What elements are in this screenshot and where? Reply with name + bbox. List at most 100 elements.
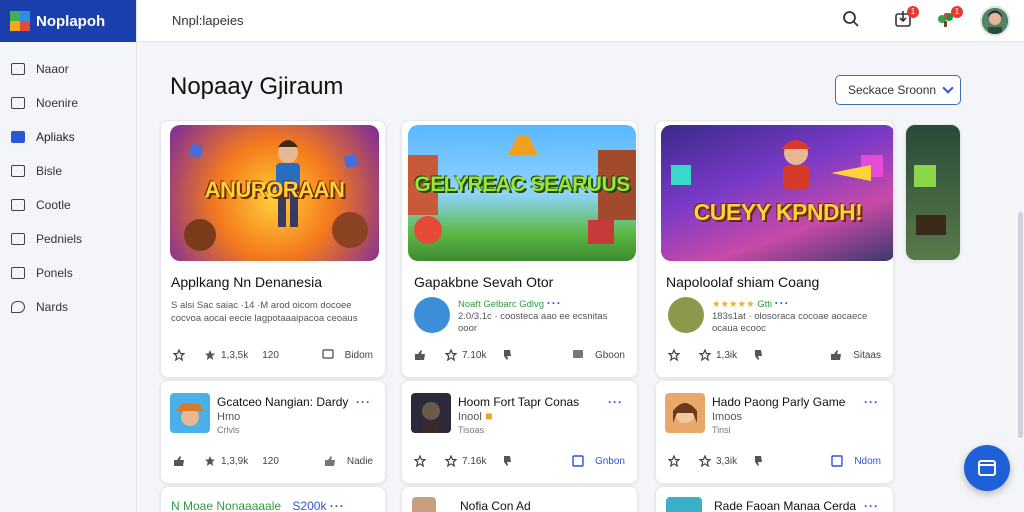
sidebar-item-pedniels[interactable]: Pedniels — [0, 222, 136, 256]
list-card-1[interactable]: Gcatceo Nangian: Dardy Hmo Crlvls ··· 1,3… — [160, 380, 386, 484]
list-item-title-text: Hoom Fort Tapr Conas — [458, 395, 580, 409]
more-options-icon[interactable]: ··· — [864, 395, 879, 409]
more-options-icon[interactable]: ··· — [356, 395, 371, 409]
game-title: Gapakbne Sevah Otor — [414, 274, 554, 290]
dislike-button[interactable] — [751, 455, 768, 467]
card-action[interactable]: Gboon — [572, 349, 625, 361]
card-action[interactable]: Ndom — [831, 455, 881, 467]
favorite-button[interactable] — [414, 455, 431, 467]
scrollbar-thumb[interactable] — [1018, 212, 1023, 438]
more-options-icon[interactable]: ··· — [864, 499, 879, 512]
list-item-title: Rade Faoan Manaa Cerda — [714, 499, 857, 512]
featured-card-3[interactable]: CUEYY KPNDH! Napoloolaf shiam Coang ★★★★… — [655, 120, 894, 378]
more-options-icon[interactable]: ··· — [330, 499, 345, 512]
rating-stat: 7.10k — [445, 349, 486, 361]
comment-icon — [322, 349, 334, 359]
brand-header[interactable]: Noplapoh — [0, 0, 136, 42]
more-options-icon[interactable]: ··· — [608, 395, 623, 409]
star-icon — [699, 349, 711, 361]
featured-card-1[interactable]: ANURORAAN Applkang Nn Denanesia S alsi S… — [160, 120, 386, 378]
sidebar-item-nards[interactable]: Nards — [0, 290, 136, 324]
card-action[interactable]: Sitaas — [830, 349, 881, 361]
card-action[interactable]: Nadie — [324, 455, 373, 467]
developer-avatar[interactable] — [414, 297, 450, 333]
thumbs-down-icon — [504, 350, 512, 360]
like-button[interactable] — [414, 349, 431, 361]
featured-card-2[interactable]: GELYREAC SEARUUS Gapakbne Sevah Otor Noa… — [401, 120, 638, 378]
count-stat: 120 — [262, 349, 279, 361]
card-action-label: Ndom — [854, 455, 881, 467]
list-card-5-partial[interactable]: Nofia Con Ad — [401, 486, 638, 512]
dislike-button[interactable] — [500, 349, 517, 361]
sort-select[interactable]: Seckace Sroonn — [835, 75, 961, 105]
sidebar-nav: Naaor Noenire Apliaks Bisle Cootle Pedni… — [0, 52, 136, 324]
list-item-title-text: Gcatceo Nangian: Dardy — [217, 395, 349, 409]
file-icon — [11, 63, 25, 75]
chevron-down-icon — [942, 82, 954, 94]
sidebar-item-cootle[interactable]: Cootle — [0, 188, 136, 222]
list-item-subtitle: Hmo — [217, 411, 241, 423]
list-item-subtitle: Inool — [458, 411, 482, 423]
card-stats: 1,3,9k 120 Nadie — [173, 455, 373, 467]
list-card-3[interactable]: Hado Paong Parly Game Imoos Tinsl ··· 3,3… — [655, 380, 894, 484]
card-action-label: Sitaas — [853, 349, 881, 361]
list-card-4-partial[interactable]: N Moae Nonaaaaale S200k ··· — [160, 486, 386, 512]
bookmark-icon — [572, 455, 584, 467]
card-action-label: Gboon — [594, 349, 625, 361]
fab-button[interactable] — [964, 445, 1010, 491]
downloads-button[interactable]: 1 — [894, 5, 919, 33]
star-outline-icon — [668, 349, 680, 361]
game-thumbnail — [666, 497, 702, 512]
game-description: S alsi Sac saiac ·14 ·M arod oicom docoe… — [171, 300, 358, 324]
developer-name[interactable]: Noaft Gelbarc Gdlvg — [458, 299, 544, 310]
favorite-button[interactable] — [173, 349, 190, 361]
developer-info: Noaft Gelbarc Gdlvg ··· 2.0/3.1c · coost… — [458, 297, 618, 335]
game-title: Napoloolaf shiam Coang — [666, 274, 820, 290]
game-thumbnail — [411, 393, 451, 433]
thumbs-down-icon — [504, 456, 512, 466]
sidebar-item-label: Apliaks — [36, 130, 75, 144]
card-stats: 7.10k Gboon — [414, 349, 625, 361]
likes-count: 7.16k — [462, 455, 487, 467]
favorite-button[interactable] — [668, 455, 685, 467]
likes-count: 1,3,9k — [221, 455, 249, 467]
favorite-button[interactable] — [668, 349, 685, 361]
list-card-2[interactable]: Hoom Fort Tapr Conas Inool ■ Tisoas ··· 7… — [401, 380, 638, 484]
sort-select-label: Seckace Sroonn — [848, 83, 937, 97]
star-icon — [445, 455, 457, 467]
like-button[interactable] — [173, 455, 190, 467]
list-item-title: Nofia Con Ad — [460, 499, 531, 512]
likes-count: 1,3,5k — [221, 349, 249, 361]
card-action[interactable]: Gnbon — [572, 455, 625, 467]
sidebar-item-noenire[interactable]: Noenire — [0, 86, 136, 120]
thumbs-up-icon — [324, 456, 335, 466]
search-button[interactable] — [842, 10, 860, 33]
featured-card-4-partial[interactable] — [905, 124, 961, 261]
sidebar-item-ponels[interactable]: Ponels — [0, 256, 136, 290]
dislike-button[interactable] — [751, 349, 768, 361]
game-title: Applkang Nn Denanesia — [171, 274, 322, 290]
developer-name[interactable]: Gtti — [757, 299, 772, 310]
star-outline-icon — [668, 455, 680, 467]
list-item-meta: Tisoas — [458, 425, 485, 435]
more-options-icon[interactable]: ··· — [547, 296, 562, 310]
rating-stat: 7.16k — [445, 455, 486, 467]
developer-avatar[interactable] — [668, 297, 704, 333]
more-options-icon[interactable]: ··· — [775, 296, 790, 310]
list-item-meta: Crlvls — [217, 425, 240, 435]
banner-title: ANURORAAN — [204, 177, 345, 202]
banner-title: GELYREAC SEARUUS — [414, 173, 630, 196]
dislike-button[interactable] — [500, 455, 517, 467]
notifications-button[interactable]: 1 — [936, 5, 963, 33]
app-name: Noplapoh — [36, 12, 106, 30]
card-stats: 3,3ik Ndom — [668, 455, 881, 467]
rating-stat: 1,3,9k — [204, 455, 248, 467]
sidebar-item-naaor[interactable]: Naaor — [0, 52, 136, 86]
sidebar-item-apliaks[interactable]: Apliaks — [0, 120, 136, 154]
likes-count: 3,3ik — [716, 455, 738, 467]
game-banner: CUEYY KPNDH! — [661, 125, 893, 261]
list-card-6-partial[interactable]: Rade Faoan Manaa Cerda ··· — [655, 486, 894, 512]
sidebar-item-bisle[interactable]: Bisle — [0, 154, 136, 188]
user-avatar[interactable] — [980, 6, 1010, 36]
card-action[interactable]: Bidom — [322, 349, 373, 361]
